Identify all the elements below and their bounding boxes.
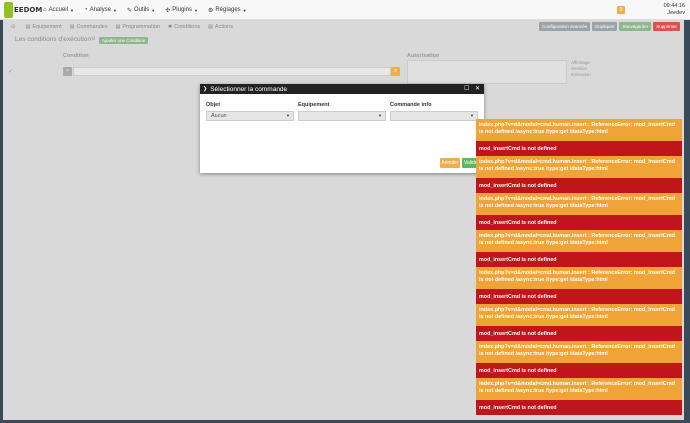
user-name[interactable]: Jeedev <box>630 10 685 17</box>
objet-select[interactable]: Aucun ▼ <box>206 111 294 121</box>
tab-conditions[interactable]: ✱ Conditions <box>164 24 204 30</box>
objet-label: Objet <box>206 102 221 108</box>
tab-label: Conditions <box>174 24 201 30</box>
tab-actions[interactable]: ▤ Actions <box>204 24 237 30</box>
caret-down-icon: ▼ <box>69 7 74 13</box>
home-icon: ⌂ <box>43 7 47 13</box>
clock-user: 09:44:16 Jeedev <box>630 3 685 17</box>
tab-programmation[interactable]: ▤ Programmation <box>112 24 164 30</box>
select-command-button[interactable]: ≡ <box>391 67 400 76</box>
delete-button[interactable]: Supprimer <box>653 22 680 31</box>
menu-label: Analyse <box>89 7 111 13</box>
notification-error[interactable]: mod_insertCmd is not defined <box>476 400 682 415</box>
tab-commandes[interactable]: ▤ Commandes <box>66 24 112 30</box>
back-button[interactable]: ⊙ <box>3 24 22 30</box>
add-condition-button[interactable]: Ajouter une Condition <box>99 37 149 44</box>
tab-label: Actions <box>214 24 233 30</box>
autorisation-label: Affichage Session Exécution <box>571 60 591 77</box>
save-button[interactable]: Sauvegarder <box>619 22 652 31</box>
main-menu: ⌂ Accueil ▼ ◔ Analyse ▼ ✎ Outils ▼ ✣ Plu… <box>38 0 252 20</box>
jeedom-logo[interactable]: EEDOM <box>4 2 42 18</box>
header-buttons: Configuration avancée Dupliquer Sauvegar… <box>539 22 680 31</box>
notification-warning[interactable]: index.php?v=d&modal=cmd.human.insert : R… <box>476 119 682 141</box>
select-arrow-icon: ▼ <box>470 113 474 118</box>
menu-outils[interactable]: ✎ Outils ▼ <box>122 0 160 20</box>
notification-error[interactable]: mod_insertCmd is not defined <box>476 326 682 341</box>
section-title: Les conditions d'exécution <box>15 36 92 43</box>
select-arrow-icon: ▼ <box>378 113 382 118</box>
modal-header: ❯ Sélectionner la commande ☐ ✕ <box>200 84 484 94</box>
notification-warning[interactable]: index.php?v=d&modal=cmd.human.insert : R… <box>476 378 682 400</box>
column-autorisation: Autorisation <box>407 53 440 59</box>
select-arrow-icon: ▼ <box>286 113 290 118</box>
schedule-icon: ▤ <box>115 24 121 30</box>
close-icon[interactable]: ✕ <box>475 85 480 92</box>
notification-warning[interactable]: index.php?v=d&modal=cmd.human.insert : R… <box>476 304 682 326</box>
gear-icon: ⚙ <box>207 7 214 14</box>
analysis-icon: ◔ <box>83 7 88 13</box>
equipement-select[interactable]: ▼ <box>298 111 386 121</box>
caret-down-icon: ▼ <box>193 7 198 13</box>
menu-analyse[interactable]: ◔ Analyse ▼ <box>79 0 122 20</box>
select-command-modal: ❯ Sélectionner la commande ☐ ✕ Objet Auc… <box>200 84 484 173</box>
tab-label: Programmation <box>122 24 160 30</box>
condition-input[interactable] <box>73 67 391 76</box>
menu-accueil[interactable]: ⌂ Accueil ▼ <box>38 0 79 20</box>
menu-label: Accueil <box>48 7 68 13</box>
commands-icon: ▤ <box>69 24 75 30</box>
menu-label: Outils <box>133 7 150 13</box>
equipment-icon: ▤ <box>25 24 31 30</box>
caret-down-icon: ▼ <box>112 7 117 13</box>
logo-mark-icon <box>4 2 13 18</box>
tab-label: Equipement <box>32 24 62 30</box>
menu-label: Réglages <box>215 7 241 13</box>
chevron-right-icon: ❯ <box>203 86 208 92</box>
notification-error[interactable]: mod_insertCmd is not defined <box>476 141 682 156</box>
tab-equipement[interactable]: ▤ Equipement <box>22 24 66 30</box>
duplicate-button[interactable]: Dupliquer <box>592 22 618 31</box>
cancel-button[interactable]: Annuler <box>440 158 460 168</box>
wrench-icon: ✎ <box>126 7 132 14</box>
commande-select[interactable]: ▼ <box>390 111 478 121</box>
notification-warning[interactable]: index.php?v=d&modal=cmd.human.insert : R… <box>476 193 682 215</box>
column-condition: Condition <box>63 53 89 59</box>
notification-warning[interactable]: index.php?v=d&modal=cmd.human.insert : R… <box>476 341 682 363</box>
notification-stack: index.php?v=d&modal=cmd.human.insert : R… <box>476 119 682 415</box>
tab-label: Commandes <box>76 24 108 30</box>
back-circle-icon: ⊙ <box>11 24 16 30</box>
autorisation-field[interactable] <box>407 60 567 84</box>
menu-label: Plugins <box>172 7 192 13</box>
clock-time: 09:44:16 <box>663 3 685 9</box>
notification-error[interactable]: mod_insertCmd is not defined <box>476 252 682 267</box>
notification-error[interactable]: mod_insertCmd is not defined <box>476 215 682 230</box>
notification-warning[interactable]: index.php?v=d&modal=cmd.human.insert : R… <box>476 267 682 289</box>
notification-badge[interactable]: 0 <box>617 6 625 14</box>
notification-warning[interactable]: index.php?v=d&modal=cmd.human.insert : R… <box>476 156 682 178</box>
actions-icon: ▤ <box>208 24 213 30</box>
advanced-config-button[interactable]: Configuration avancée <box>539 22 591 31</box>
maximize-icon[interactable]: ☐ <box>464 85 469 92</box>
equipement-label: Equipement <box>298 102 330 108</box>
menu-reglages[interactable]: ⚙ Réglages ▼ <box>203 0 252 20</box>
navbar: EEDOM ⌂ Accueil ▼ ◔ Analyse ▼ ✎ Outils ▼… <box>0 0 690 20</box>
modal-title: Sélectionner la commande <box>210 85 288 93</box>
notification-warning[interactable]: index.php?v=d&modal=cmd.human.insert : R… <box>476 230 682 252</box>
notification-error[interactable]: mod_insertCmd is not defined <box>476 363 682 378</box>
plugin-icon: ✣ <box>165 7 171 14</box>
notification-error[interactable]: mod_insertCmd is not defined <box>476 178 682 193</box>
caret-down-icon: ▼ <box>242 7 247 13</box>
objet-value: Aucun <box>211 113 227 119</box>
settings-icon[interactable]: ⚙ <box>91 36 95 42</box>
remove-condition-button[interactable]: − <box>63 67 72 76</box>
conditions-icon: ✱ <box>167 24 173 30</box>
menu-plugins[interactable]: ✣ Plugins ▼ <box>160 0 203 20</box>
caret-down-icon: ▼ <box>151 7 156 13</box>
check-icon: ✓ <box>8 69 14 75</box>
commande-label: Commande info <box>390 102 432 108</box>
notification-error[interactable]: mod_insertCmd is not defined <box>476 289 682 304</box>
